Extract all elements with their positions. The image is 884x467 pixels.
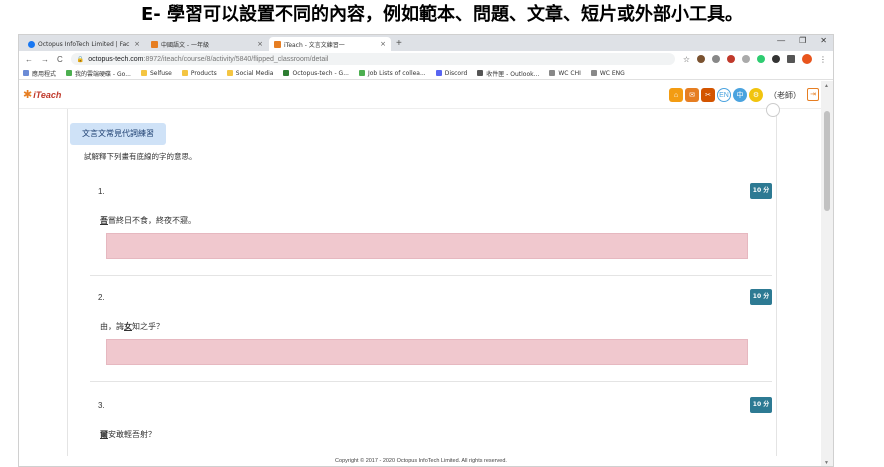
page-footer: Copyright © 2017 - 2020 Octopus InfoTech… [19, 456, 823, 466]
discord-icon [435, 70, 442, 76]
iteach-icon [274, 40, 281, 48]
chat-icon[interactable]: ✉ [685, 88, 699, 102]
iteach-icon [151, 40, 158, 48]
question-number: 2. [98, 293, 105, 302]
iteach-logo[interactable]: ✱ iTeach [23, 88, 61, 101]
english-lang-icon[interactable]: EN [717, 88, 731, 102]
extension-icon[interactable] [742, 55, 750, 63]
avatar[interactable] [802, 54, 812, 64]
reload-icon[interactable]: C [57, 55, 63, 64]
window-controls: — ❐ ✕ [777, 36, 827, 45]
user-role-label: （老師） [769, 91, 801, 100]
activity-card: 文言文常見代詞練習 試解釋下列畫有底線的字的意思。 1. 10 分 吾嘗終日不食… [67, 103, 780, 466]
bookmark-item[interactable]: 應用程式 [23, 69, 56, 78]
address-host: octopus-tech.com [88, 55, 144, 63]
house-icon[interactable]: ⌂ [669, 88, 683, 102]
bookmark-item[interactable]: 收件匣 - Outlook... [477, 69, 539, 78]
browser-toolbar: ← → C 🔒 octopus-tech.com:8972/iteach/cou… [19, 51, 833, 67]
bookmark-item[interactable]: Discord [435, 70, 467, 77]
question-number: 3. [98, 401, 105, 410]
activity-title: 文言文常見代詞練習 [70, 123, 166, 145]
minimize-icon[interactable]: — [777, 36, 785, 45]
outlook-icon [477, 70, 484, 76]
close-circle-icon[interactable] [766, 103, 780, 117]
divider [90, 381, 772, 382]
answer-input[interactable] [106, 339, 748, 365]
browser-tab-chinese[interactable]: 中國語文 - 一年級 × [146, 37, 268, 51]
scroll-up-icon[interactable]: ▲ [824, 83, 829, 89]
folder-icon [181, 70, 188, 76]
wc-icon [549, 70, 556, 76]
score-badge: 10 分 [750, 289, 772, 305]
slide-caption: E- 學習可以設置不同的內容，例如範本、問題、文章、短片或外部小工具。 [140, 4, 744, 25]
folder-icon [140, 70, 147, 76]
instruction-text: 試解釋下列畫有底線的字的意思。 [84, 152, 197, 161]
bookmark-item[interactable]: Products [181, 70, 217, 77]
score-badge: 10 分 [750, 183, 772, 199]
extension-icon[interactable] [757, 55, 765, 63]
close-window-icon[interactable]: ✕ [820, 36, 827, 45]
tab-label: Octopus InfoTech Limited | Fac [38, 40, 130, 48]
page-scrollbar[interactable]: ▲ ▼ [821, 81, 833, 466]
close-tab-icon[interactable]: × [380, 40, 386, 48]
logout-icon[interactable]: ⇥ [807, 88, 819, 101]
sheets-icon [283, 70, 290, 76]
bookmark-item[interactable]: WC ENG [590, 70, 625, 77]
close-tab-icon[interactable]: × [134, 40, 140, 48]
apps-icon [23, 70, 29, 76]
puzzle-icon[interactable] [787, 55, 795, 63]
scrollbar-thumb[interactable] [824, 111, 830, 211]
address-path: :8972/iteach/course/8/activity/5840/flip… [143, 55, 329, 63]
bookmark-item[interactable]: WC CHI [549, 70, 581, 77]
drive-icon [358, 70, 365, 76]
tab-label: iTeach - 文言文練習一 [284, 41, 345, 49]
menu-icon[interactable]: ⋮ [819, 55, 827, 64]
star-icon[interactable]: ☆ [683, 55, 690, 64]
chinese-lang-icon[interactable]: 中 [733, 88, 747, 102]
new-tab-button[interactable]: + [396, 37, 402, 51]
gear-icon[interactable]: ⚙ [749, 88, 763, 102]
bookmark-item[interactable]: Octopus-tech - G... [283, 70, 349, 77]
browser-tab-iteach[interactable]: iTeach - 文言文練習一 × [269, 37, 391, 51]
browser-window: Octopus InfoTech Limited | Fac × 中國語文 - … [18, 34, 834, 467]
extension-icon[interactable] [712, 55, 720, 63]
question-number: 1. [98, 187, 105, 196]
extension-icon[interactable] [697, 55, 705, 63]
tools-icon[interactable]: ✂ [701, 88, 715, 102]
answer-input[interactable] [106, 233, 748, 259]
wc-icon [590, 70, 597, 76]
extension-icons: ☆ ⋮ [683, 54, 827, 64]
lock-icon: 🔒 [76, 56, 85, 63]
page-content: ✱ iTeach ⌂ ✉ ✂ EN 中 ⚙ （老師） ⇥ 文言文常見代詞練習 試… [19, 81, 823, 466]
facebook-icon [28, 40, 35, 48]
browser-tab-facebook[interactable]: Octopus InfoTech Limited | Fac × [23, 37, 145, 51]
tab-label: 中國語文 - 一年級 [161, 41, 209, 49]
logo-mark-icon: ✱ [23, 89, 33, 101]
question-text: 吾嘗終日不食，終夜不寢。 [100, 216, 196, 225]
scroll-down-icon[interactable]: ▼ [824, 460, 829, 466]
question-text: 爾安敢輕吾射？ [100, 430, 156, 439]
divider [90, 275, 772, 276]
bookmarks-bar: 應用程式 我的雲端硬碟 - Go... Selfuse Products Soc… [19, 67, 833, 80]
maximize-icon[interactable]: ❐ [799, 36, 806, 45]
back-icon[interactable]: ← [25, 55, 33, 64]
folder-icon [226, 70, 233, 76]
bookmark-item[interactable]: 我的雲端硬碟 - Go... [66, 69, 131, 78]
address-bar[interactable]: 🔒 octopus-tech.com:8972/iteach/course/8/… [70, 53, 675, 65]
bookmark-item[interactable]: Social Media [226, 70, 273, 77]
forward-icon[interactable]: → [41, 55, 49, 64]
app-header: ✱ iTeach ⌂ ✉ ✂ EN 中 ⚙ （老師） ⇥ [19, 81, 823, 109]
question-text: 由，誨女知之乎？ [100, 322, 164, 331]
tab-bar: Octopus InfoTech Limited | Fac × 中國語文 - … [19, 35, 833, 51]
extension-icon[interactable] [727, 55, 735, 63]
score-badge: 10 分 [750, 397, 772, 413]
extension-icon[interactable] [772, 55, 780, 63]
bookmark-item[interactable]: Job Lists of collea... [358, 70, 426, 77]
bookmark-item[interactable]: Selfuse [140, 70, 172, 77]
close-tab-icon[interactable]: × [257, 40, 263, 48]
drive-icon [66, 70, 73, 76]
app-toolbar-icons: ⌂ ✉ ✂ EN 中 ⚙ [669, 88, 763, 102]
